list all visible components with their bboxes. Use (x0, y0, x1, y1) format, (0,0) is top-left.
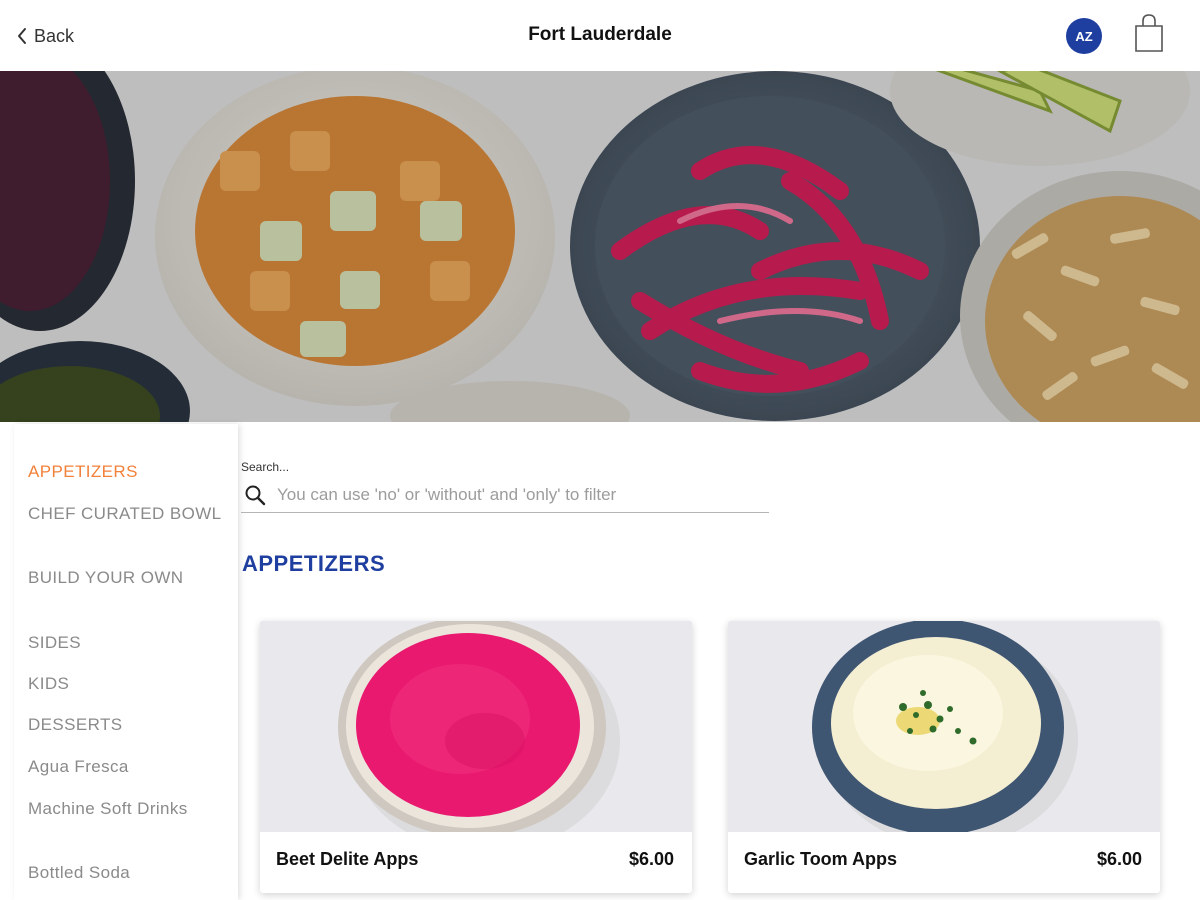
page-title: Fort Lauderdale (528, 24, 672, 45)
menu-item-name: Beet Delite Apps (276, 849, 419, 869)
shopping-bag-icon (1132, 14, 1166, 58)
category-build-your-own[interactable]: BUILD YOUR OWN (28, 566, 228, 589)
menu-item-price: $6.00 (628, 849, 674, 869)
category-machine-soft-drinks[interactable]: Machine Soft Drinks (28, 797, 228, 820)
category-sides[interactable]: SIDES (28, 631, 228, 654)
category-kids[interactable]: KIDS (28, 672, 228, 695)
user-avatar[interactable]: AZ (1066, 18, 1102, 54)
hero-banner-image (0, 71, 1200, 422)
menu-item-card[interactable]: Garlic Toom Apps $6.00 (728, 621, 1160, 893)
cart-button[interactable] (1132, 12, 1166, 54)
category-bottled-soda[interactable]: Bottled Soda (28, 861, 228, 884)
menu-item-name: Garlic Toom Apps (744, 849, 898, 869)
menu-item-image (260, 621, 692, 853)
category-agua-fresca[interactable]: Agua Fresca (28, 755, 228, 778)
search-input[interactable] (277, 485, 757, 505)
category-chef-curated-bowl[interactable]: CHEF CURATED BOWL (28, 502, 228, 525)
menu-item-card[interactable]: Beet Delite Apps $6.00 (260, 621, 692, 893)
category-desserts[interactable]: DESSERTS (28, 713, 228, 736)
chevron-left-icon (16, 27, 28, 45)
section-title: APPETIZERS (242, 551, 386, 576)
back-label: Back (34, 25, 75, 46)
search-icon (241, 481, 269, 509)
category-appetizers[interactable]: APPETIZERS (28, 460, 228, 483)
app-header: Back Fort Lauderdale AZ (0, 0, 1200, 71)
category-sidebar: APPETIZERS CHEF CURATED BOWL BUILD YOUR … (14, 424, 238, 900)
search-field (241, 478, 769, 513)
search-label: Search... (241, 460, 290, 474)
menu-item-image (728, 621, 1160, 847)
back-button[interactable]: Back (16, 22, 74, 50)
menu-item-price: $6.00 (1096, 849, 1142, 869)
